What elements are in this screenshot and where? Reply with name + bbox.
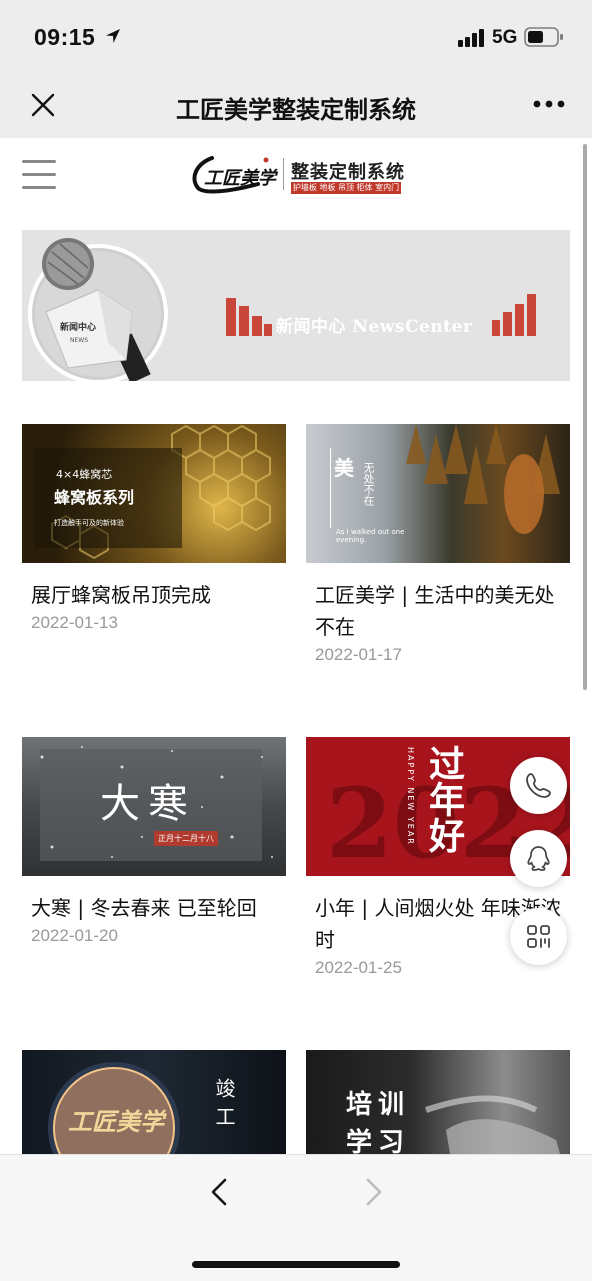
thumb-line: 竣工 [212, 1078, 236, 1134]
browser-toolbar [0, 1154, 592, 1281]
thumb-line: 正月十二月十八 [154, 831, 218, 846]
thumb-line: 4×4蜂窝芯 [56, 468, 113, 481]
qrcode-button[interactable] [510, 908, 567, 965]
article-date: 2022-01-17 [315, 645, 402, 664]
thumb-big-text: 美 [334, 456, 354, 480]
thumb-big-text: 大寒 [100, 781, 196, 827]
more-icon[interactable] [532, 98, 566, 110]
menu-icon[interactable] [22, 160, 56, 190]
logo-name: 整装定制系统 [291, 162, 405, 183]
thumb-big-text: 过年好 [423, 745, 465, 853]
article-date: 2022-01-13 [31, 613, 118, 632]
article-thumbnail: 4×4蜂窝芯 蜂窝板系列 打造触手可及的新体验 [22, 424, 286, 563]
home-indicator [192, 1261, 400, 1268]
bars-left-icon [226, 298, 272, 336]
mic-label: 新闻中心 [60, 321, 96, 333]
article-thumbnail: 大寒 正月十二月十八 [22, 737, 286, 876]
article-thumbnail: 美 无处不在 As I walked out one evening. [306, 424, 570, 563]
status-bar: 09:15 5G [0, 0, 592, 76]
article-card[interactable]: 4×4蜂窝芯 蜂窝板系列 打造触手可及的新体验 展厅蜂窝板吊顶完成 2022-0… [22, 424, 286, 633]
thumb-line: 打造触手可及的新体验 [54, 519, 124, 527]
mic-sub-label: NEWS [70, 337, 88, 344]
qq-button[interactable] [510, 830, 567, 887]
article-date: 2022-01-20 [31, 926, 118, 945]
logo-tagline: 护墙板 地板 吊顶 柜体 室内门 [291, 182, 401, 194]
signal-icon [458, 29, 484, 47]
thumb-line: HAPPY NEW YEAR [406, 747, 415, 846]
phone-icon [526, 773, 551, 798]
location-arrow-icon [106, 29, 120, 43]
thumb-big-text: 工匠美学 [68, 1108, 164, 1136]
qq-icon [527, 846, 550, 871]
article-title[interactable]: 工匠美学 | 生活中的美无处不在 [306, 579, 570, 643]
article-card[interactable]: 工匠美学 竣工 [22, 1050, 286, 1154]
forward-arrow-icon [366, 1178, 382, 1206]
article-card[interactable]: 大寒 正月十二月十八 大寒 | 冬去春来 已至轮回 2022-01-20 [22, 737, 286, 946]
nav-bar: 工匠美学整装定制系统 [0, 76, 592, 138]
article-card[interactable]: 培训学习 [306, 1050, 570, 1154]
bars-right-icon [492, 294, 536, 336]
close-icon[interactable] [30, 92, 56, 118]
web-content[interactable]: 工匠美学 整装定制系统 护墙板 地板 吊顶 柜体 室内门 新闻中心 NEWS 新… [0, 138, 592, 1154]
status-time: 09:15 [34, 24, 96, 50]
banner-title: 新闻中心 NewsCenter [276, 317, 473, 337]
article-title[interactable]: 展厅蜂窝板吊顶完成 [22, 579, 286, 611]
back-arrow-icon[interactable] [207, 1177, 233, 1207]
microphone-illustration: 新闻中心 NEWS [28, 238, 168, 381]
network-type: 5G [492, 27, 518, 48]
page-title: 工匠美学整装定制系统 [176, 96, 416, 124]
article-thumbnail: 培训学习 [306, 1050, 570, 1154]
thumb-line: As I walked out one evening. [336, 528, 405, 544]
news-center-banner[interactable]: 新闻中心 NEWS 新闻中心 NewsCenter [22, 230, 570, 381]
thumb-big-text: 培训学习 [346, 1090, 411, 1154]
logo-brand-text: 工匠美学 [204, 168, 279, 189]
article-thumbnail: 工匠美学 竣工 [22, 1050, 286, 1154]
scrollbar[interactable] [583, 144, 587, 690]
article-title[interactable]: 大寒 | 冬去春来 已至轮回 [22, 892, 286, 924]
brand-logo[interactable]: 工匠美学 整装定制系统 护墙板 地板 吊顶 柜体 室内门 [188, 152, 408, 198]
article-card[interactable]: 美 无处不在 As I walked out one evening. 工匠美学… [306, 424, 570, 665]
thumb-line: 无处不在 [362, 462, 375, 506]
phone-button[interactable] [510, 757, 567, 814]
thumb-line: 蜂窝板系列 [54, 488, 135, 507]
qrcode-icon [527, 925, 550, 948]
logo-mark-icon: 工匠美学 [192, 156, 279, 194]
battery-icon [524, 27, 563, 47]
